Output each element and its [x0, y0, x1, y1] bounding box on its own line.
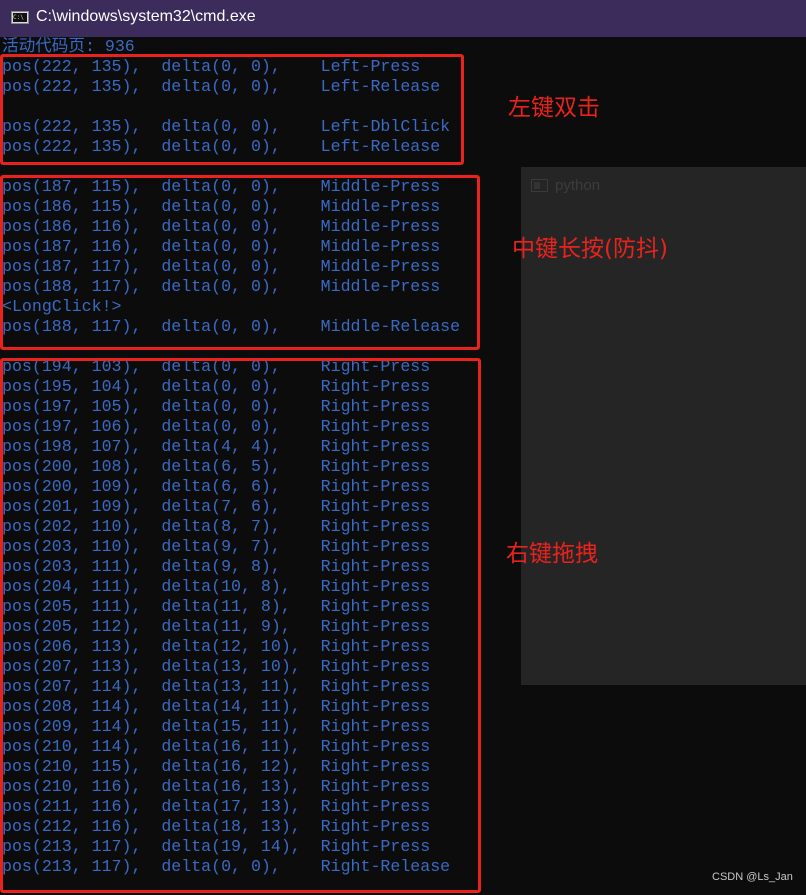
- middle-long-press-label: 中键长按(防抖): [512, 236, 668, 262]
- left-click-highlight-box: [0, 54, 464, 165]
- title-bar[interactable]: C:\windows\system32\cmd.exe: [0, 0, 806, 37]
- right-drag-label: 右键拖拽: [506, 541, 598, 567]
- left-double-click-label: 左键双击: [508, 95, 600, 121]
- watermark: CSDN @Ls_Jan: [712, 871, 793, 883]
- right-drag-highlight-box: [0, 358, 481, 893]
- middle-click-highlight-box: [0, 175, 480, 350]
- cmd-icon: [11, 11, 29, 24]
- python-window-title: python: [555, 177, 601, 194]
- window-icon: [531, 179, 548, 192]
- window-title: C:\windows\system32\cmd.exe: [36, 8, 256, 25]
